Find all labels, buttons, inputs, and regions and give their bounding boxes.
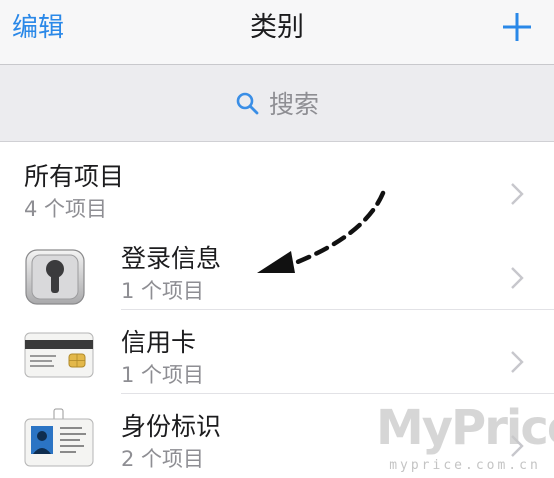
dashed-arrow-annotation [257, 190, 386, 273]
chevron-right-icon [511, 267, 524, 289]
watermark-title: MyPrice [376, 400, 554, 456]
keyhole-lock-icon [25, 249, 85, 305]
credit-card-icon [24, 332, 94, 378]
list-item-title: 所有项目 [24, 162, 125, 191]
list-item-count: 1 个项目 [121, 363, 205, 387]
search-placeholder: 搜索 [268, 90, 319, 119]
list-item-title: 登录信息 [121, 244, 222, 273]
search-icon [236, 92, 259, 115]
navigation-bar: 编辑 类别 [0, 0, 554, 65]
search-input[interactable]: 搜索 [0, 83, 554, 123]
watermark: MyPrice myprice.com.cn [376, 400, 554, 478]
list-item-title: 身份标识 [121, 412, 222, 441]
page-title: 类别 [250, 12, 304, 43]
list-item-count: 1 个项目 [121, 279, 205, 303]
search-bar: 搜索 [0, 65, 554, 142]
list-item-count: 4 个项目 [24, 197, 108, 221]
list-item-title: 信用卡 [121, 328, 197, 357]
chevron-right-icon [511, 351, 524, 373]
chevron-right-icon [511, 183, 524, 205]
id-card-icon [24, 408, 94, 467]
plus-icon [503, 13, 531, 41]
add-button[interactable] [502, 12, 532, 42]
watermark-subtitle: myprice.com.cn [389, 458, 541, 473]
list-item-credit-cards[interactable]: 信用卡 1 个项目 [0, 310, 554, 394]
list-item-count: 2 个项目 [121, 447, 205, 471]
